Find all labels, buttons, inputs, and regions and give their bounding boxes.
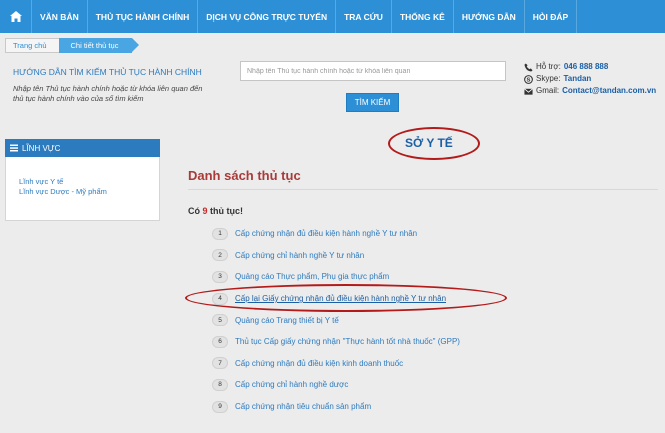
procedure-item-1[interactable]: 1 Cấp chứng nhận đủ điều kiện hành nghề … <box>212 223 460 245</box>
top-nav: VĂN BẢN THỦ TỤC HÀNH CHÍNH DỊCH VỤ CÔNG … <box>0 0 665 33</box>
procedure-link[interactable]: Cấp chứng nhận đủ điều kiện hành nghề Y … <box>235 229 417 238</box>
procedure-item-5[interactable]: 5 Quảng cáo Trang thiết bị Y tế <box>212 309 460 331</box>
nav-item-thu-tuc-hanh-chinh[interactable]: THỦ TỤC HÀNH CHÍNH <box>88 0 199 33</box>
procedure-highlight-oval <box>185 284 507 312</box>
skype-icon: S <box>524 74 533 84</box>
procedure-number: 3 <box>212 270 228 283</box>
home-icon <box>9 11 22 22</box>
hotline-label: Hỗ trợ: <box>536 62 561 71</box>
envelope-icon <box>524 87 533 95</box>
sidebar-header: LĨNH VỰC <box>5 139 160 157</box>
procedure-item-9[interactable]: 9 Cấp chứng nhận tiêu chuẩn sản phẩm <box>212 396 460 418</box>
procedure-list-heading: Danh sách thủ tục <box>188 168 301 183</box>
procedure-link[interactable]: Cấp chứng nhận tiêu chuẩn sản phẩm <box>235 402 371 411</box>
nav-item-huong-dan[interactable]: HƯỚNG DẪN <box>454 0 525 33</box>
support-hotline: Hỗ trợ: 046 888 888 <box>524 61 656 73</box>
procedure-number: 9 <box>212 400 228 413</box>
procedure-number: 1 <box>212 227 228 240</box>
search-guide-title: HƯỚNG DẪN TÌM KIẾM THỦ TỤC HÀNH CHÍNH <box>13 67 202 77</box>
nav-item-van-ban[interactable]: VĂN BẢN <box>32 0 88 33</box>
nav-item-thong-ke[interactable]: THỐNG KÊ <box>392 0 454 33</box>
procedure-item-6[interactable]: 6 Thủ tục Cấp giấy chứng nhận "Thực hành… <box>212 331 460 353</box>
procedure-link[interactable]: Cấp chứng chỉ hành nghề Y tư nhân <box>235 251 364 260</box>
org-highlight-oval <box>388 127 480 160</box>
home-nav-button[interactable] <box>0 0 32 33</box>
phone-icon <box>524 62 533 72</box>
nav-item-hoi-dap[interactable]: HỎI ĐÁP <box>525 0 578 33</box>
list-icon <box>10 144 18 152</box>
nav-item-dich-vu-cong[interactable]: DỊCH VỤ CÔNG TRỰC TUYẾN <box>198 0 337 33</box>
procedure-link[interactable]: Cấp chứng nhận đủ điều kiện kinh doanh t… <box>235 359 403 368</box>
procedure-link[interactable]: Thủ tục Cấp giấy chứng nhận "Thực hành t… <box>235 337 460 346</box>
sidebar-panel: Lĩnh vực Y tế Lĩnh vực Dược - Mỹ phẩm <box>5 157 160 221</box>
breadcrumb-home[interactable]: Trang chủ <box>5 38 60 53</box>
count-suffix: thủ tục! <box>210 206 244 216</box>
breadcrumb: Trang chủ Chi tiết thủ tục <box>5 38 140 53</box>
hotline-value[interactable]: 046 888 888 <box>564 61 609 73</box>
count-prefix: Có <box>188 206 200 216</box>
count-number: 9 <box>202 206 208 216</box>
skype-label: Skype: <box>536 74 561 83</box>
procedure-item-7[interactable]: 7 Cấp chứng nhận đủ điều kiện kinh doanh… <box>212 353 460 375</box>
heading-divider <box>188 189 658 190</box>
procedure-number: 2 <box>212 249 228 262</box>
sidebar-title: LĨNH VỰC <box>22 143 61 153</box>
procedure-number: 8 <box>212 378 228 391</box>
gmail-value[interactable]: Contact@tandan.com.vn <box>562 85 656 97</box>
search-button[interactable]: TÌM KIẾM <box>346 93 399 112</box>
procedure-item-2[interactable]: 2 Cấp chứng chỉ hành nghề Y tư nhân <box>212 245 460 267</box>
skype-value[interactable]: Tandan <box>563 73 591 85</box>
svg-text:S: S <box>527 77 531 83</box>
procedure-link[interactable]: Quảng cáo Trang thiết bị Y tế <box>235 316 339 325</box>
procedure-count: Có 9 thủ tục! <box>188 206 243 216</box>
support-skype: S Skype: Tandan <box>524 73 656 85</box>
procedure-link[interactable]: Quảng cáo Thực phẩm, Phụ gia thực phẩm <box>235 272 389 281</box>
procedure-number: 7 <box>212 357 228 370</box>
procedure-number: 6 <box>212 335 228 348</box>
gmail-label: Gmail: <box>536 86 560 95</box>
procedure-item-8[interactable]: 8 Cấp chứng chỉ hành nghề dược <box>212 374 460 396</box>
sidebar-item-linh-vuc-duoc-my-pham[interactable]: Lĩnh vực Dược - Mỹ phẩm <box>19 187 159 197</box>
procedure-link[interactable]: Cấp chứng chỉ hành nghề dược <box>235 380 348 389</box>
sidebar-item-linh-vuc-y-te[interactable]: Lĩnh vực Y tế <box>19 177 159 187</box>
support-gmail: Gmail: Contact@tandan.com.vn <box>524 85 656 97</box>
support-contacts: Hỗ trợ: 046 888 888 S Skype: Tandan Gmai… <box>524 61 656 97</box>
breadcrumb-current: Chi tiết thủ tục <box>58 38 140 53</box>
nav-item-tra-cuu[interactable]: TRA CỨU <box>336 0 392 33</box>
search-input[interactable] <box>240 61 506 81</box>
search-guide-description: Nhập tên Thủ tục hành chính hoặc từ khóa… <box>13 84 203 103</box>
procedure-number: 5 <box>212 314 228 327</box>
procedure-list: 1 Cấp chứng nhận đủ điều kiện hành nghề … <box>212 223 460 417</box>
